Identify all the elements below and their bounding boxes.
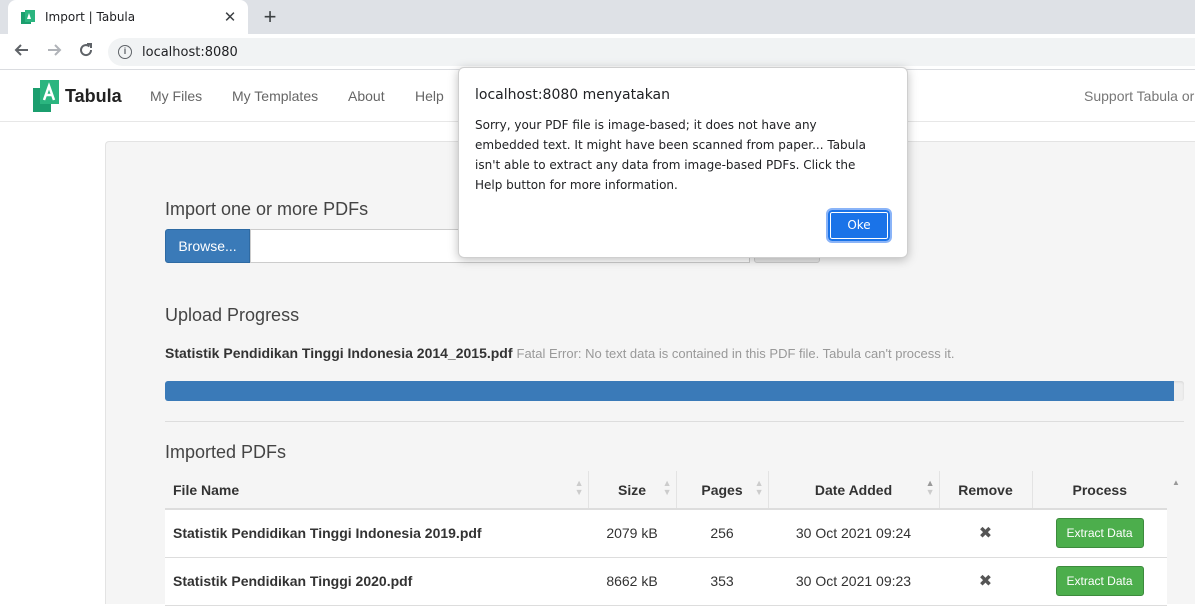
browse-button[interactable]: Browse... [165,229,250,263]
sort-desc-icon[interactable]: ▲ ▼ [926,479,935,497]
table-row: Statistik Pendidikan Tinggi 2020.pdf 866… [165,557,1167,606]
col-file-name[interactable]: File Name ▲ ▼ [165,471,589,510]
file-name-cell: Statistik Pendidikan Tinggi Indonesia 20… [165,509,588,558]
sort-icon[interactable]: ▲ ▼ [575,479,584,497]
sort-icon[interactable]: ▲ ▼ [663,479,672,497]
browser-toolbar: i localhost:8080 [0,34,1195,70]
close-tab-icon[interactable]: ✕ [222,8,238,26]
browser-tab[interactable]: Import | Tabula ✕ [8,0,248,34]
upload-error-text: Fatal Error: No text data is contained i… [516,346,955,361]
brand[interactable]: Tabula [33,80,122,112]
col-size[interactable]: Size ▲ ▼ [588,471,677,510]
extract-data-button[interactable]: Extract Data [1055,566,1144,596]
url-text: localhost:8080 [142,44,238,60]
alert-dialog: localhost:8080 menyatakan Sorry, your PD… [458,67,908,258]
col-pages[interactable]: Pages ▲ ▼ [676,471,769,510]
import-heading: Import one or more PDFs [165,199,369,219]
forward-arrow-icon[interactable] [43,41,65,63]
nav-my-templates[interactable]: My Templates [232,88,318,104]
imported-pdfs-table: File Name ▲ ▼ Size ▲ ▼ Pages ▲ ▼ Date Added ▲ ▼ … [165,471,1167,606]
size-cell: 8662 kB [588,557,676,606]
remove-icon[interactable]: ✖ [979,525,992,542]
progress-bar-fill [165,381,1174,401]
support-link[interactable]: Support Tabula or [1084,88,1194,104]
col-remove: Remove [939,471,1033,510]
pages-cell: 256 [676,509,768,558]
sort-icon[interactable]: ▲ ▼ [755,479,764,497]
table-row: Statistik Pendidikan Tinggi Indonesia 20… [165,509,1167,558]
file-name-cell: Statistik Pendidikan Tinggi 2020.pdf [165,557,588,606]
size-cell: 2079 kB [588,509,676,558]
col-date-added[interactable]: Date Added ▲ ▼ [768,471,940,510]
new-tab-button[interactable]: + [258,4,282,30]
dialog-message: Sorry, your PDF file is image-based; it … [475,118,866,192]
tabula-favicon-icon [21,10,35,24]
address-bar[interactable]: i localhost:8080 [108,38,1195,66]
nav-about[interactable]: About [348,88,385,104]
pages-cell: 353 [676,557,768,606]
brand-name: Tabula [65,85,122,106]
col-process: Process [1032,471,1167,510]
remove-icon[interactable]: ✖ [979,573,992,590]
date-cell: 30 Oct 2021 09:24 [768,509,939,558]
extract-data-button[interactable]: Extract Data [1055,518,1144,549]
upload-status: Statistik Pendidikan Tinggi Indonesia 20… [165,345,954,361]
divider [165,421,1184,422]
imported-pdfs-heading: Imported PDFs [165,442,287,462]
back-arrow-icon[interactable] [11,41,33,63]
dialog-title: localhost:8080 menyatakan [475,87,671,103]
progress-bar [165,381,1184,401]
table-header-row: File Name ▲ ▼ Size ▲ ▼ Pages ▲ ▼ Date Added ▲ ▼ … [165,471,1167,510]
dialog-ok-button[interactable]: Oke [826,208,892,243]
reload-icon[interactable] [75,41,97,63]
info-icon[interactable]: i [118,45,132,59]
date-cell: 30 Oct 2021 09:23 [768,557,939,606]
nav-help[interactable]: Help [415,88,444,104]
tab-title: Import | Tabula [45,10,136,24]
upload-file-name: Statistik Pendidikan Tinggi Indonesia 20… [165,345,513,361]
nav-my-files[interactable]: My Files [150,88,202,104]
tabula-logo-icon [33,80,59,112]
browser-tabstrip: Import | Tabula ✕ + [0,0,1195,34]
upload-progress-heading: Upload Progress [165,305,300,325]
scroll-up-icon[interactable]: ▲ [1172,478,1180,487]
